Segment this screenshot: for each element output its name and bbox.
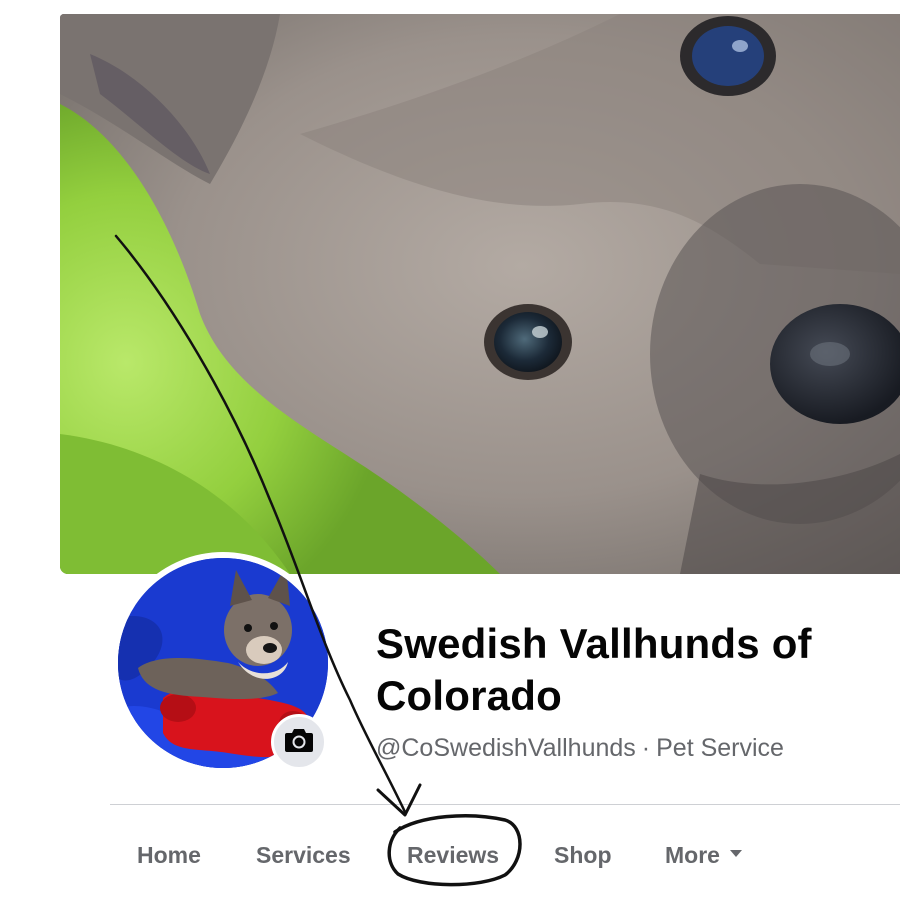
tab-shop[interactable]: Shop [554, 840, 612, 870]
annotation-arrow-head [376, 783, 422, 817]
subtitle-separator: · [641, 734, 651, 762]
page-category[interactable]: Pet Service [656, 734, 784, 762]
tab-home[interactable]: Home [137, 840, 201, 870]
facebook-page-header: Swedish Vallhunds of Colorado @CoSwedish… [0, 0, 900, 900]
tab-services[interactable]: Services [256, 840, 351, 870]
caret-down-icon [729, 850, 742, 858]
page-handle[interactable]: @CoSwedishVallhunds [376, 734, 636, 762]
page-subtitle: @CoSwedishVallhunds · Pet Service [376, 732, 784, 764]
tab-more[interactable]: More [665, 840, 742, 870]
camera-icon [284, 727, 314, 758]
cover-photo[interactable] [60, 14, 900, 574]
update-profile-picture-button[interactable] [271, 714, 327, 770]
tab-more-label: More [665, 842, 720, 868]
cover-photo-image [60, 14, 900, 574]
page-title: Swedish Vallhunds of Colorado [376, 620, 812, 719]
page-tabs: Home Services Reviews Shop More [0, 830, 900, 880]
header-divider [110, 804, 900, 805]
tab-reviews[interactable]: Reviews [407, 840, 499, 870]
